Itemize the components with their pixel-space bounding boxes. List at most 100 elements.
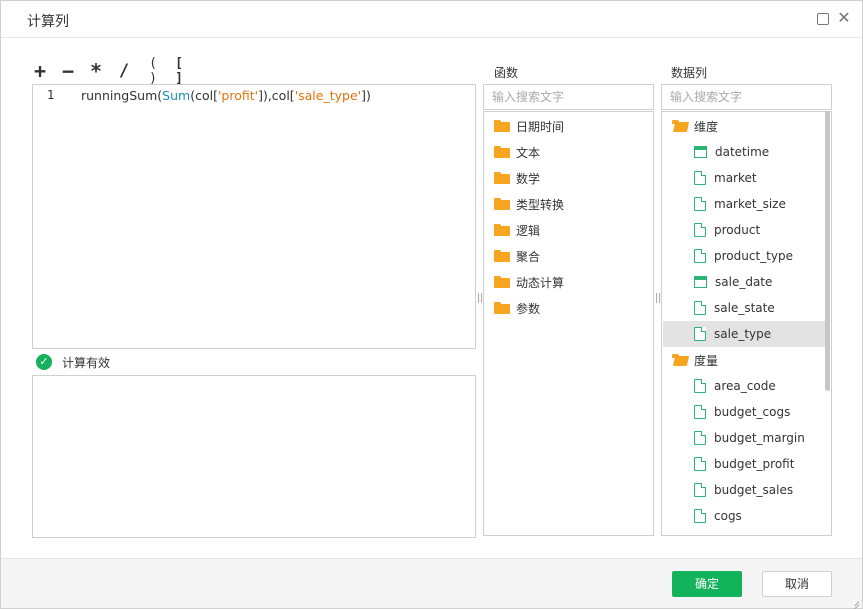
column-item-product-type[interactable]: product_type <box>694 243 793 269</box>
file-icon <box>694 223 706 237</box>
file-icon <box>694 405 706 419</box>
file-icon <box>694 379 706 393</box>
file-icon <box>694 249 706 263</box>
function-folder-type-conversion[interactable]: 类型转换 <box>494 191 564 217</box>
calculated-column-dialog: 计算列 ✕ + − * / ( ) [ ] 1 runningSum(Sum(c… <box>0 0 863 609</box>
plus-operator-button[interactable]: + <box>31 59 49 83</box>
folder-icon <box>494 146 510 158</box>
column-label: sale_type <box>714 327 772 341</box>
folder-label: 日期时间 <box>516 119 565 134</box>
file-icon <box>694 197 706 211</box>
splitter-handle-right[interactable] <box>656 293 660 303</box>
multiply-operator-button[interactable]: * <box>87 59 105 83</box>
column-item-datetime[interactable]: datetime <box>694 139 769 165</box>
functions-panel-label: 函数 <box>494 66 519 80</box>
function-folder-logic[interactable]: 逻辑 <box>494 217 540 243</box>
functions-list: 日期时间 文本 数学 类型转换 逻辑 聚合 动态计算 参数 <box>483 111 654 536</box>
columns-search-input[interactable] <box>661 84 832 110</box>
description-box <box>32 375 476 538</box>
folder-label: 类型转换 <box>516 197 565 212</box>
code-token-string-profit: 'profit' <box>217 88 259 103</box>
column-item-sale-date[interactable]: sale_date <box>694 269 772 295</box>
formula-code[interactable]: runningSum(Sum(col['profit']),col['sale_… <box>81 88 371 103</box>
functions-search-input[interactable] <box>483 84 654 110</box>
date-icon <box>694 276 707 288</box>
column-label: product <box>714 223 761 237</box>
folder-icon <box>494 224 510 236</box>
column-item-product[interactable]: product <box>694 217 760 243</box>
folder-icon <box>494 172 510 184</box>
cancel-button[interactable]: 取消 <box>762 571 832 597</box>
operator-toolbar: + − * / ( ) [ ] <box>31 56 189 86</box>
resize-grip-icon[interactable] <box>847 593 859 605</box>
folder-icon <box>494 302 510 314</box>
file-icon <box>694 301 706 315</box>
file-icon <box>694 483 706 497</box>
function-folder-datetime[interactable]: 日期时间 <box>494 113 564 139</box>
column-item-budget-sales[interactable]: budget_sales <box>694 477 793 503</box>
file-icon <box>694 457 706 471</box>
function-folder-text[interactable]: 文本 <box>494 139 540 165</box>
column-label: budget_margin <box>714 431 805 445</box>
validation-text: 计算有效 <box>62 355 111 370</box>
folder-icon <box>494 120 510 132</box>
file-icon <box>694 431 706 445</box>
column-label: budget_cogs <box>714 405 791 419</box>
columns-scrollbar[interactable] <box>825 111 830 391</box>
maximize-icon[interactable] <box>817 13 829 25</box>
check-circle-icon: ✓ <box>36 354 52 370</box>
confirm-button[interactable]: 确定 <box>672 571 742 597</box>
folder-icon <box>494 250 510 262</box>
code-token-function: runningSum <box>81 88 158 103</box>
folder-open-icon <box>672 120 688 132</box>
minus-operator-button[interactable]: − <box>59 59 77 83</box>
folder-open-icon <box>672 354 688 366</box>
column-item-market[interactable]: market <box>694 165 757 191</box>
column-label: sale_state <box>714 301 775 315</box>
date-icon <box>694 146 707 158</box>
dialog-titlebar: 计算列 ✕ <box>1 1 862 38</box>
function-folder-math[interactable]: 数学 <box>494 165 540 191</box>
column-item-sale-state[interactable]: sale_state <box>694 295 775 321</box>
code-token-col: (col[ <box>190 88 218 103</box>
column-item-market-size[interactable]: market_size <box>694 191 786 217</box>
file-icon <box>694 327 706 341</box>
column-label: market <box>714 171 757 185</box>
column-item-area-code[interactable]: area_code <box>694 373 776 399</box>
close-icon[interactable]: ✕ <box>835 8 853 28</box>
column-label: product_type <box>714 249 793 263</box>
line-number: 1 <box>47 88 55 102</box>
dimensions-folder[interactable]: 维度 <box>672 113 718 139</box>
formula-editor[interactable]: 1 runningSum(Sum(col['profit']),col['sal… <box>32 84 476 349</box>
column-item-budget-cogs[interactable]: budget_cogs <box>694 399 790 425</box>
column-item-cogs[interactable]: cogs <box>694 503 742 529</box>
measures-folder[interactable]: 度量 <box>672 347 718 373</box>
column-label: budget_profit <box>714 457 795 471</box>
column-label: datetime <box>715 145 770 159</box>
validation-status: ✓ 计算有效 <box>36 353 110 371</box>
folder-label: 聚合 <box>516 249 541 264</box>
folder-label: 文本 <box>516 145 541 160</box>
parentheses-button[interactable]: ( ) <box>143 56 163 86</box>
function-folder-dynamic[interactable]: 动态计算 <box>494 269 564 295</box>
column-item-sale-type[interactable]: sale_type <box>663 321 825 347</box>
code-token-string-sale-type: 'sale_type' <box>294 88 362 103</box>
folder-icon <box>494 198 510 210</box>
folder-label: 维度 <box>694 119 719 134</box>
folder-label: 数学 <box>516 171 541 186</box>
function-folder-params[interactable]: 参数 <box>494 295 540 321</box>
folder-label: 动态计算 <box>516 275 565 290</box>
splitter-handle-left[interactable] <box>478 293 482 303</box>
file-icon <box>694 171 706 185</box>
brackets-button[interactable]: [ ] <box>169 56 189 86</box>
columns-list: 维度 datetime market market_size product p… <box>661 111 832 536</box>
divide-operator-button[interactable]: / <box>117 61 131 81</box>
column-item-budget-profit[interactable]: budget_profit <box>694 451 794 477</box>
function-folder-aggregate[interactable]: 聚合 <box>494 243 540 269</box>
column-label: market_size <box>714 197 786 211</box>
column-label: budget_sales <box>714 483 794 497</box>
code-token-col2: ]),col[ <box>258 88 295 103</box>
column-label: cogs <box>714 509 742 523</box>
column-label: sale_date <box>715 275 773 289</box>
column-item-budget-margin[interactable]: budget_margin <box>694 425 805 451</box>
